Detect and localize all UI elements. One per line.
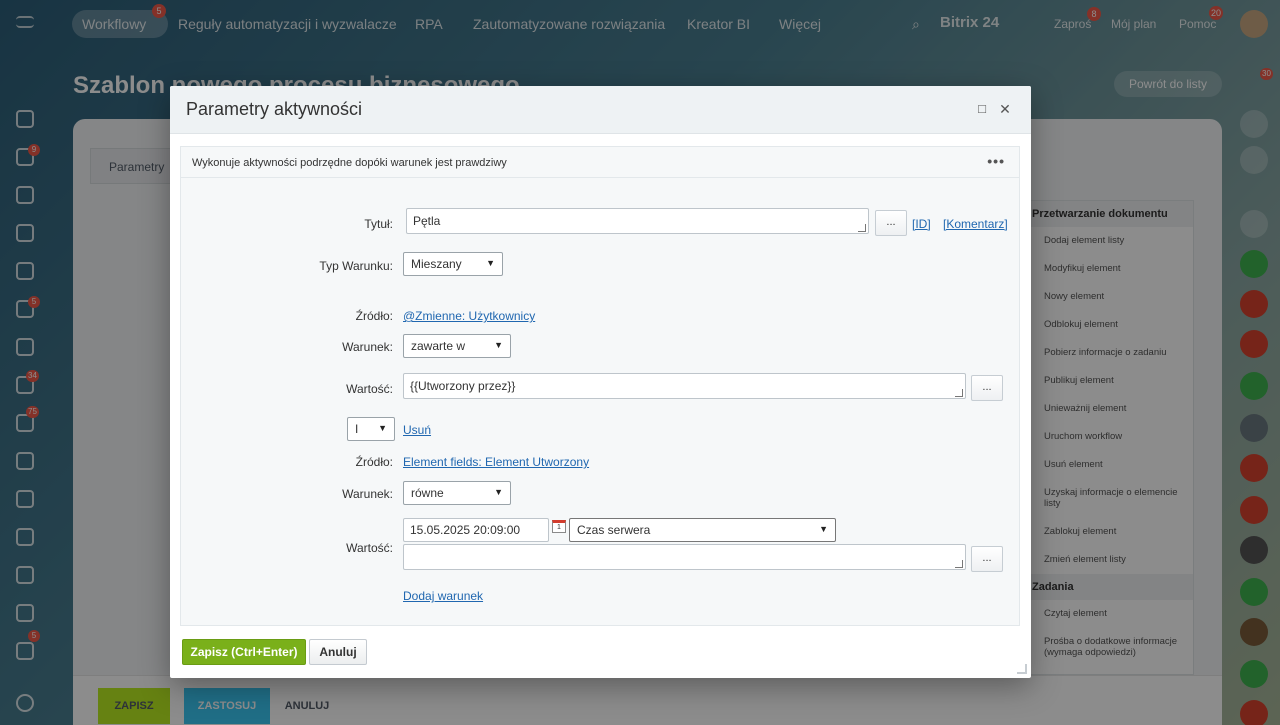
dialog-header: Parametry aktywności □ ✕	[170, 86, 1031, 134]
timezone-value: Czas serwera	[577, 523, 651, 537]
title-dots-button[interactable]: ...	[875, 210, 907, 236]
chevron-down-icon: ▼	[494, 340, 503, 350]
condition1-select[interactable]: zawarte w ▼	[403, 334, 511, 358]
condition2-value: równe	[411, 486, 444, 500]
condition2-source-link[interactable]: Element fields: Element Utworzony	[403, 455, 589, 469]
condition-type-value: Mieszany	[411, 257, 462, 271]
title-input-value: Pętla	[413, 214, 441, 228]
save-button[interactable]: Zapisz (Ctrl+Enter)	[182, 639, 306, 665]
condition2-date-input[interactable]: 15.05.2025 20:09:00	[403, 518, 549, 542]
condition1-value-label: Wartość:	[346, 382, 393, 396]
condition1-source-label: Źródło:	[355, 309, 393, 323]
comment-link[interactable]: [Komentarz]	[943, 217, 1008, 231]
remove-condition-link[interactable]: Usuń	[403, 423, 431, 437]
more-options-icon[interactable]: •••	[987, 153, 1005, 169]
chevron-down-icon: ▼	[494, 487, 503, 497]
condition-joiner-value: I	[355, 422, 359, 436]
dialog-footer: Zapisz (Ctrl+Enter) Anuluj	[170, 626, 1031, 678]
timezone-select[interactable]: Czas serwera ▼	[569, 518, 836, 542]
condition2-value-input[interactable]	[403, 544, 966, 570]
dialog-form: Tytuł: Pętla ... [ID] [Komentarz] Typ Wa…	[180, 178, 1020, 626]
title-label: Tytuł:	[364, 217, 393, 231]
condition2-source-label: Źródło:	[355, 455, 393, 469]
condition-joiner-select[interactable]: I ▼	[347, 417, 395, 441]
close-icon[interactable]: ✕	[996, 100, 1014, 118]
resize-handle-icon[interactable]	[955, 560, 963, 568]
condition2-value-label: Wartość:	[346, 541, 393, 555]
dialog-title: Parametry aktywności	[186, 99, 363, 119]
condition1-dots-button[interactable]: ...	[971, 375, 1003, 401]
condition2-label: Warunek:	[342, 487, 393, 501]
condition1-value-input[interactable]: {{Utworzony przez}}	[403, 373, 966, 399]
cancel-button[interactable]: Anuluj	[309, 639, 367, 665]
condition2-select[interactable]: równe ▼	[403, 481, 511, 505]
id-link[interactable]: [ID]	[912, 217, 931, 231]
condition2-dots-button[interactable]: ...	[971, 546, 1003, 572]
condition-type-select[interactable]: Mieszany ▼	[403, 252, 503, 276]
condition1-value-text: {{Utworzony przez}}	[410, 379, 516, 393]
calendar-icon[interactable]: 1	[552, 520, 566, 533]
resize-handle-icon[interactable]	[858, 224, 866, 232]
chevron-down-icon: ▼	[486, 258, 495, 268]
chevron-down-icon: ▼	[378, 423, 387, 433]
activity-description: Wykonuje aktywności podrzędne dopóki war…	[192, 157, 507, 169]
save-button-label: Zapisz (Ctrl+Enter)	[190, 645, 298, 659]
title-input[interactable]: Pętla	[406, 208, 869, 234]
dialog-resize-grip-icon[interactable]	[1017, 664, 1027, 674]
chevron-down-icon: ▼	[819, 524, 828, 534]
maximize-icon[interactable]: □	[973, 100, 991, 118]
activity-description-bar: Wykonuje aktywności podrzędne dopóki war…	[180, 146, 1020, 178]
add-condition-link[interactable]: Dodaj warunek	[403, 589, 483, 603]
condition1-label: Warunek:	[342, 340, 393, 354]
resize-handle-icon[interactable]	[955, 389, 963, 397]
condition1-value: zawarte w	[411, 339, 466, 353]
condition1-source-link[interactable]: @Zmienne: Użytkownicy	[403, 309, 535, 323]
cancel-button-label: Anuluj	[319, 645, 357, 659]
condition-type-label: Typ Warunku:	[319, 259, 393, 273]
activity-parameters-dialog: Parametry aktywności □ ✕ Wykonuje aktywn…	[170, 86, 1031, 678]
condition2-date-value: 15.05.2025 20:09:00	[410, 523, 521, 537]
